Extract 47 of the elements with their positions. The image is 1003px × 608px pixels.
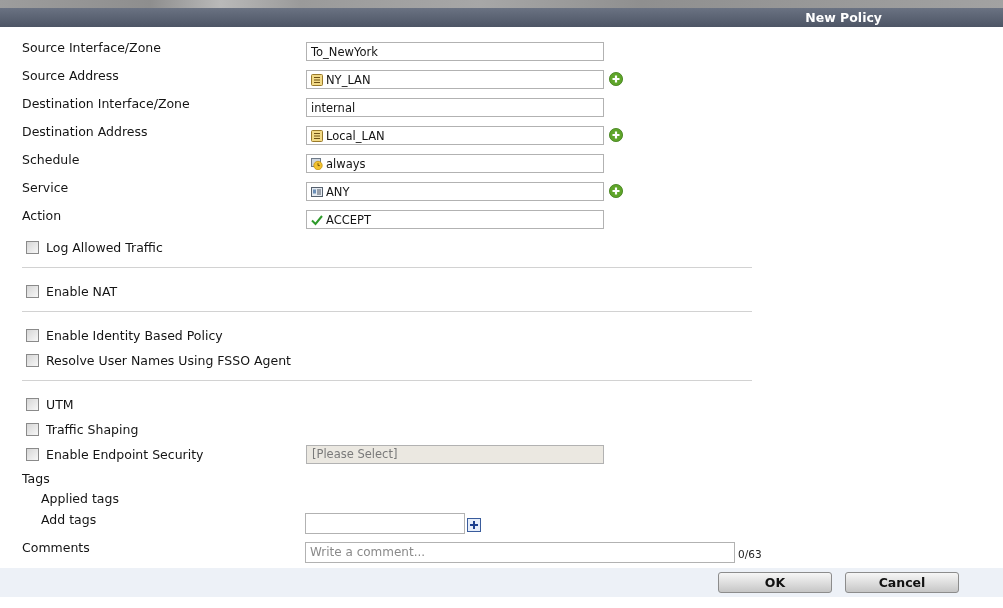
add-tags-label: Add tags [40, 511, 98, 529]
tag-input-field[interactable] [305, 513, 465, 534]
window-title: New Policy [805, 10, 882, 25]
ok-button[interactable]: OK [718, 572, 832, 593]
checkbox[interactable] [26, 329, 39, 342]
document-icon [311, 73, 323, 86]
checkbox[interactable] [26, 423, 39, 436]
field-label: Action [22, 208, 63, 224]
checkbox[interactable] [26, 354, 39, 367]
input-field[interactable]: Local_LAN [306, 126, 604, 145]
field-label: Service [22, 180, 70, 196]
checkbox[interactable] [26, 285, 39, 298]
checkbox[interactable] [26, 398, 39, 411]
applied-tags-label: Applied tags [40, 490, 119, 508]
comment-field[interactable]: Write a comment... [305, 542, 735, 563]
field-label: Source Address [22, 68, 120, 84]
comments-label: Comments [22, 540, 91, 556]
plus-icon[interactable] [609, 184, 623, 198]
input-field[interactable]: ANY [306, 182, 604, 201]
checkbox-label: Enable Identity Based Policy [46, 328, 223, 343]
input-field[interactable]: internal [306, 98, 604, 117]
field-label: Destination Interface/Zone [22, 96, 191, 112]
field-label: Source Interface/Zone [22, 40, 162, 56]
checkbox-label: Resolve User Names Using FSSO Agent [46, 353, 291, 368]
checkbox[interactable] [26, 241, 39, 254]
checkbox-label: UTM [46, 397, 74, 412]
plus-icon[interactable] [609, 72, 623, 86]
checkbox-label: Enable Endpoint Security [46, 447, 204, 462]
checkbox-label: Log Allowed Traffic [46, 240, 163, 255]
input-field[interactable]: ACCEPT [306, 210, 604, 229]
checkbox-label: Enable NAT [46, 284, 118, 299]
document-icon [311, 129, 323, 142]
field-label: Schedule [22, 152, 81, 168]
card-icon [311, 185, 323, 198]
input-field[interactable]: NY_LAN [306, 70, 604, 89]
tags-label: Tags [22, 470, 50, 488]
checkbox[interactable] [26, 448, 39, 461]
checkmark-icon [311, 213, 323, 226]
checkbox-label: Traffic Shaping [46, 422, 139, 437]
input-field[interactable]: To_NewYork [306, 42, 604, 61]
input-field[interactable]: always [306, 154, 604, 173]
plus-icon[interactable] [609, 128, 623, 142]
cancel-button[interactable]: Cancel [845, 572, 959, 593]
calendar-clock-icon [311, 157, 323, 170]
character-counter: 0/63 [738, 547, 762, 561]
plus-icon[interactable] [467, 518, 481, 532]
field-label: Destination Address [22, 124, 149, 140]
